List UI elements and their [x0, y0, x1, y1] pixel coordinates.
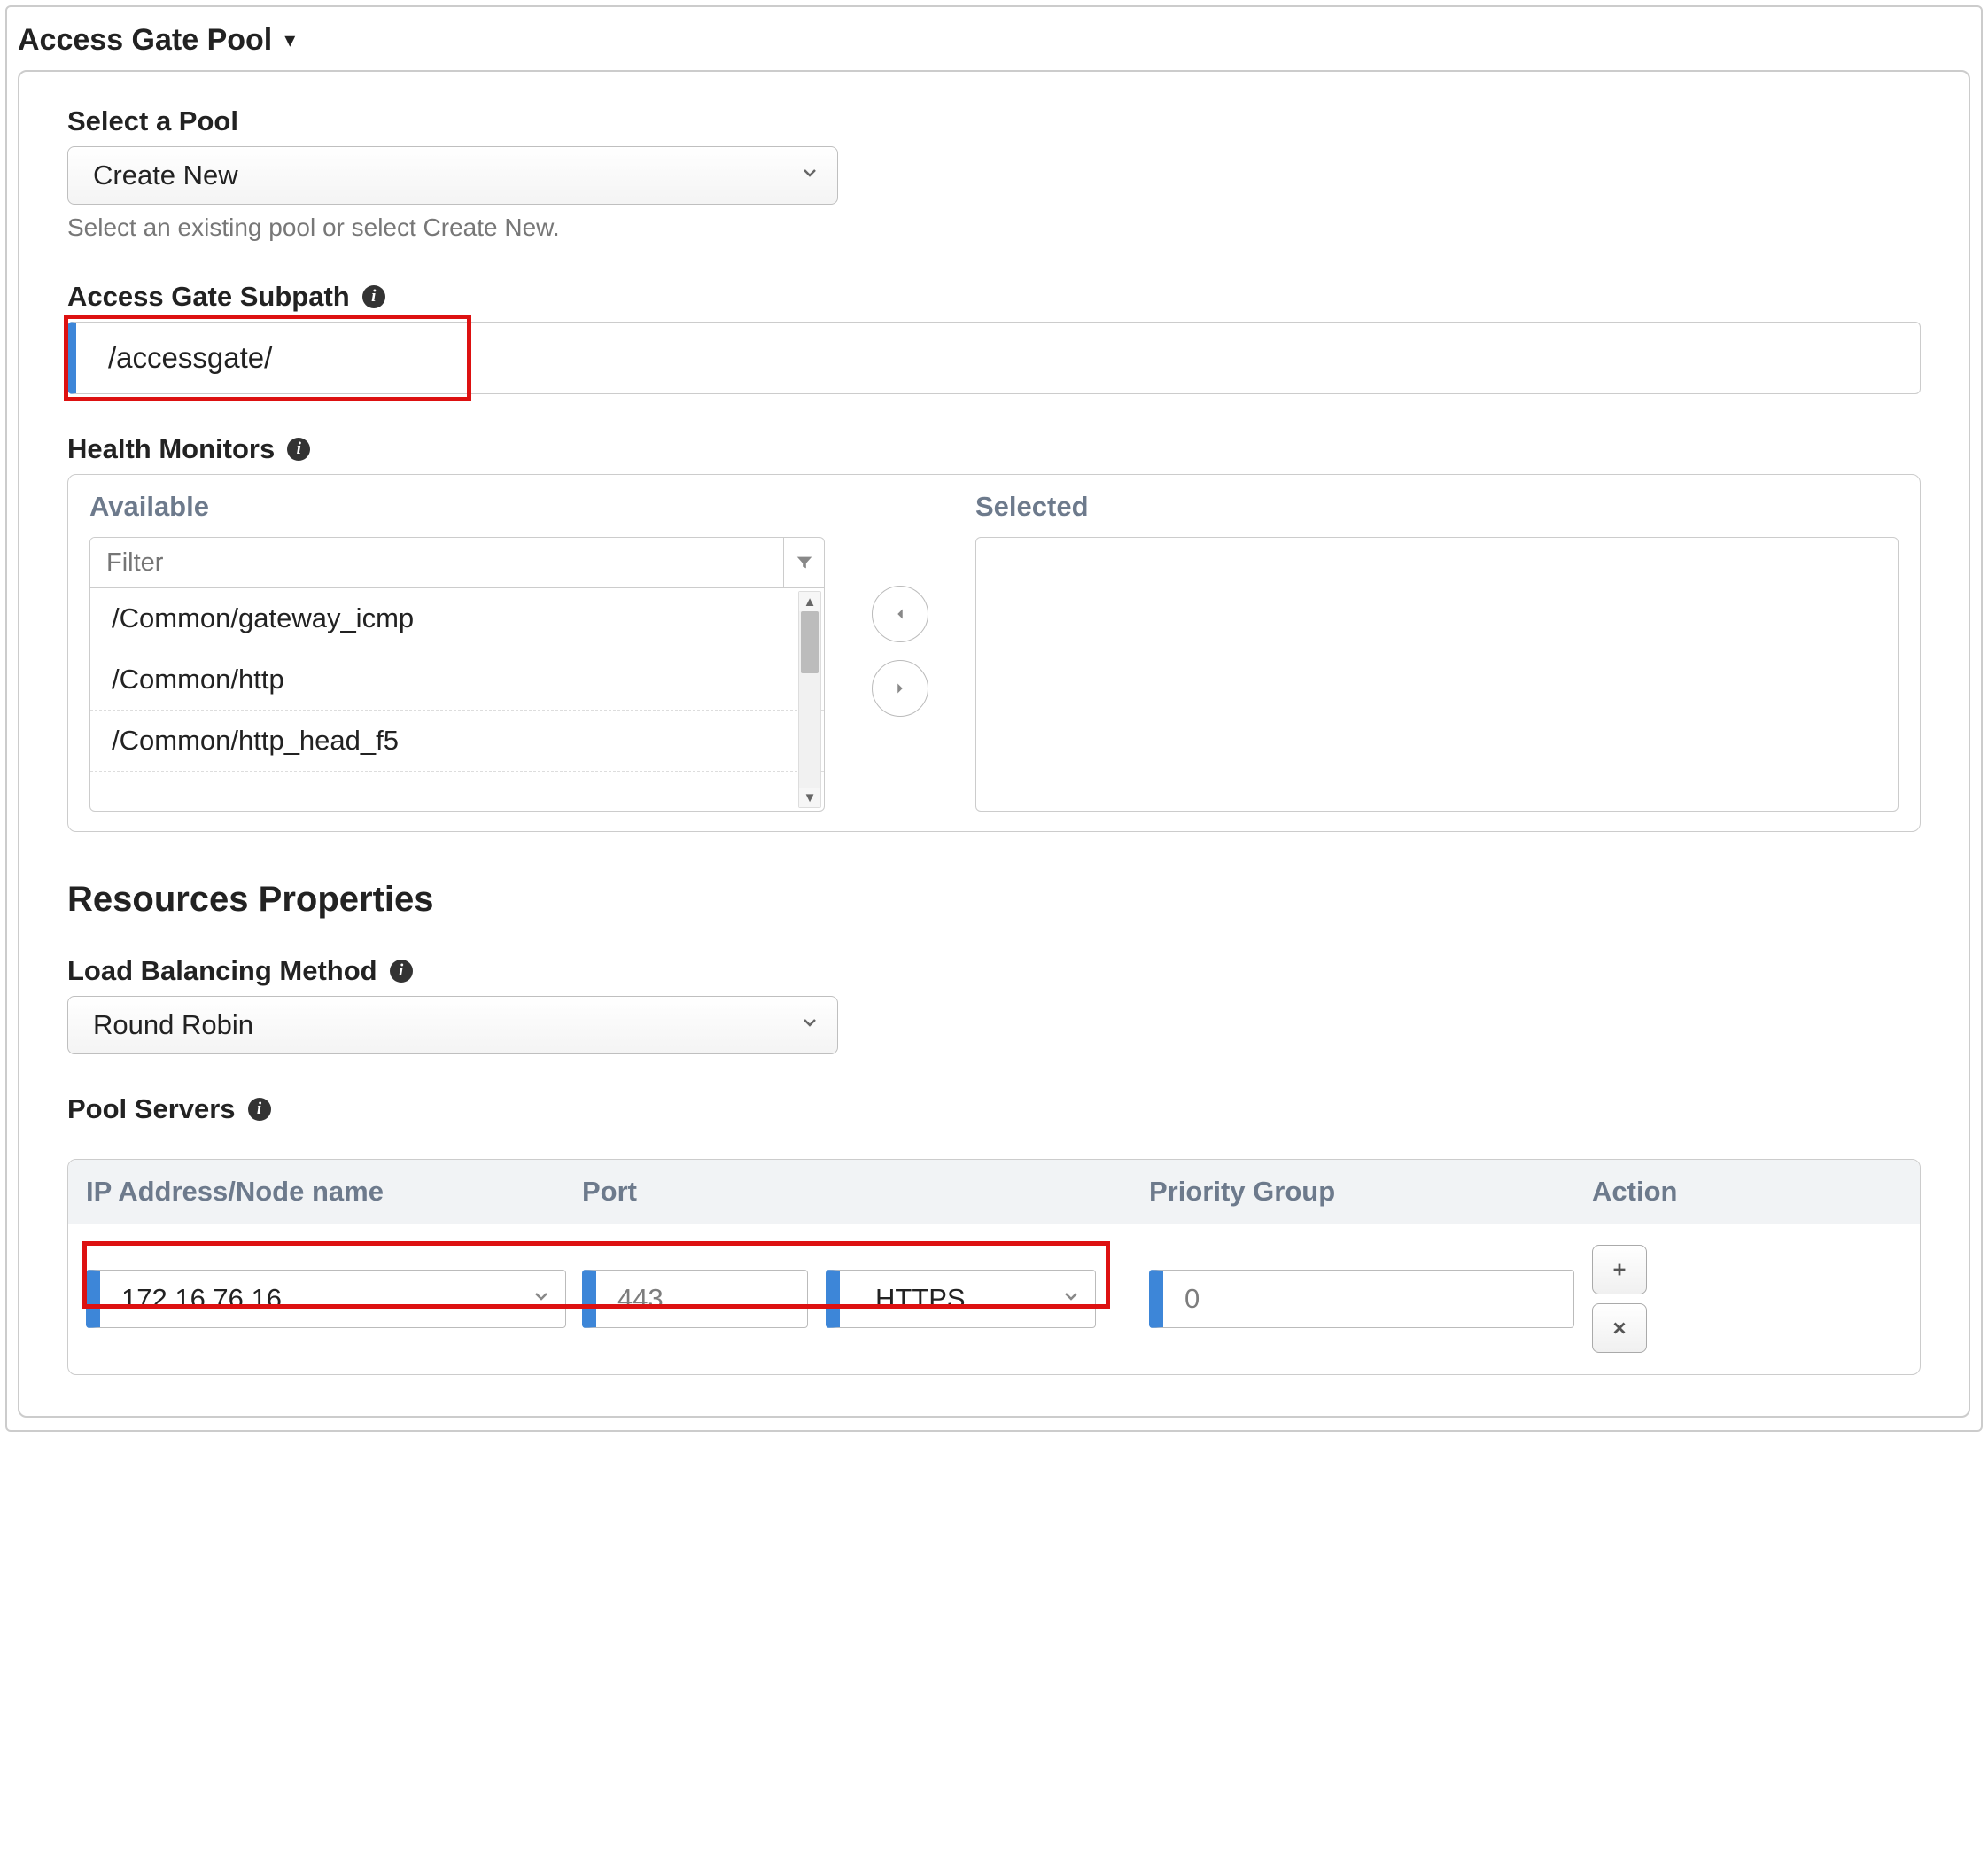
col-act-header: Action — [1592, 1176, 1902, 1208]
scroll-up-icon[interactable]: ▲ — [799, 592, 820, 611]
lb-method-label: Load Balancing Method i — [67, 955, 1921, 987]
select-pool-helper: Select an existing pool or select Create… — [67, 214, 1921, 242]
available-scroll[interactable]: /Common/gateway_icmp /Common/http /Commo… — [90, 588, 824, 811]
panel-body: Select a Pool Create New Select an exist… — [18, 70, 1970, 1418]
select-pool-value[interactable]: Create New — [67, 146, 838, 205]
port-group: 443 HTTPS — [582, 1270, 1096, 1328]
pool-servers-table: IP Address/Node name Port Priority Group… — [67, 1159, 1921, 1375]
pool-table-header: IP Address/Node name Port Priority Group… — [68, 1160, 1920, 1224]
available-list: /Common/gateway_icmp /Common/http /Commo… — [89, 537, 825, 812]
port-value[interactable]: 443 — [582, 1270, 808, 1328]
filter-row — [90, 538, 824, 588]
available-column: Available /Common/gateway_icmp /Common/h… — [89, 491, 825, 812]
move-buttons — [825, 491, 975, 812]
available-filter-input[interactable] — [90, 538, 783, 587]
lb-method-value[interactable]: Round Robin — [67, 996, 838, 1054]
selected-column: Selected — [975, 491, 1899, 812]
lb-method-select[interactable]: Round Robin — [67, 996, 838, 1054]
available-title: Available — [89, 491, 825, 523]
col-pg-header: Priority Group — [1149, 1176, 1592, 1208]
info-icon[interactable]: i — [362, 285, 385, 308]
section-title: Access Gate Pool — [18, 23, 272, 58]
move-left-button[interactable] — [872, 586, 928, 642]
select-pool[interactable]: Create New — [67, 146, 838, 205]
col-ip-header: IP Address/Node name — [86, 1176, 582, 1208]
ip-cell: 172.16.76.16 — [86, 1270, 582, 1328]
list-item[interactable]: /Common/http_head_f5 — [90, 711, 824, 772]
section-header[interactable]: Access Gate Pool ▾ — [7, 7, 1981, 70]
subpath-input-wrap — [67, 322, 1921, 394]
move-right-button[interactable] — [872, 660, 928, 717]
health-monitors-label: Health Monitors i — [67, 433, 1921, 465]
table-row: 172.16.76.16 443 HTTPS — [68, 1224, 1920, 1374]
list-item[interactable]: /Common/gateway_icmp — [90, 588, 824, 649]
scrollbar[interactable]: ▲ ▼ — [798, 591, 821, 808]
priority-group-input[interactable]: 0 — [1149, 1270, 1574, 1328]
pg-value[interactable]: 0 — [1149, 1270, 1574, 1328]
dual-list: Available /Common/gateway_icmp /Common/h… — [67, 474, 1921, 832]
resources-heading: Resources Properties — [67, 880, 1921, 920]
scroll-down-icon[interactable]: ▼ — [799, 788, 820, 807]
selected-list[interactable] — [975, 537, 1899, 812]
scroll-thumb[interactable] — [801, 611, 819, 673]
action-cell — [1592, 1245, 1902, 1353]
caret-down-icon: ▾ — [284, 27, 295, 53]
port-cell: 443 HTTPS — [582, 1270, 1149, 1328]
chevron-down-icon — [1060, 1285, 1082, 1313]
ip-value[interactable]: 172.16.76.16 — [86, 1270, 566, 1328]
proto-combo[interactable]: HTTPS — [826, 1270, 1096, 1328]
selected-title: Selected — [975, 491, 1899, 523]
list-item[interactable]: /Common/http — [90, 649, 824, 711]
info-icon[interactable]: i — [248, 1098, 271, 1121]
config-panel-outer: Access Gate Pool ▾ Select a Pool Create … — [5, 5, 1983, 1432]
ip-combo[interactable]: 172.16.76.16 — [86, 1270, 566, 1328]
col-port-header: Port — [582, 1176, 1149, 1208]
info-icon[interactable]: i — [287, 438, 310, 461]
subpath-input[interactable] — [67, 322, 1921, 394]
add-row-button[interactable] — [1592, 1245, 1647, 1294]
select-pool-label: Select a Pool — [67, 105, 1921, 137]
remove-row-button[interactable] — [1592, 1303, 1647, 1353]
chevron-down-icon — [531, 1285, 552, 1313]
filter-icon[interactable] — [783, 538, 824, 587]
info-icon[interactable]: i — [390, 960, 413, 983]
proto-value[interactable]: HTTPS — [826, 1270, 1096, 1328]
pool-servers-label: Pool Servers i — [67, 1093, 1921, 1125]
subpath-label: Access Gate Subpath i — [67, 281, 1921, 313]
port-input[interactable]: 443 — [582, 1270, 808, 1328]
pg-cell: 0 — [1149, 1270, 1592, 1328]
